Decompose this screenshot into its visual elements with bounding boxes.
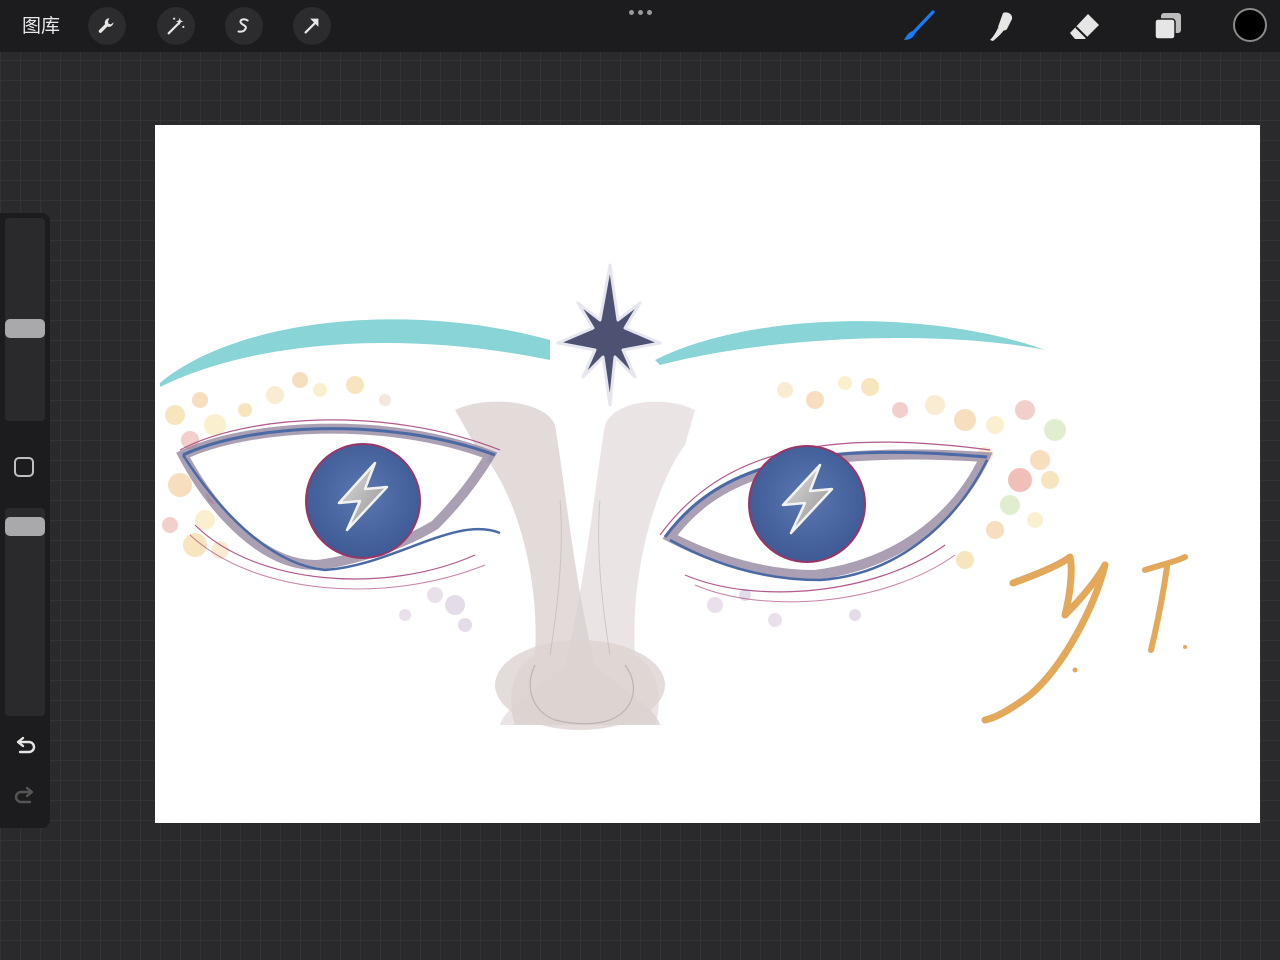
opacity-slider-thumb[interactable]	[5, 517, 45, 537]
top-toolbar: 图库	[0, 0, 1280, 52]
forehead-star	[556, 263, 662, 407]
color-picker-button[interactable]	[1233, 8, 1267, 42]
adjustments-button[interactable]	[157, 7, 195, 45]
layers-tool[interactable]	[1151, 10, 1185, 42]
transform-button[interactable]	[293, 7, 331, 45]
more-options-icon[interactable]	[626, 6, 654, 18]
brush-size-slider-thumb[interactable]	[5, 319, 45, 339]
smudge-icon	[990, 12, 1013, 41]
selection-button[interactable]	[225, 7, 263, 45]
wrench-icon	[98, 18, 114, 33]
sidebar	[0, 213, 50, 828]
magic-wand-icon	[167, 17, 185, 35]
eraser-tool[interactable]	[1068, 10, 1102, 42]
brush-tool[interactable]	[902, 10, 936, 42]
transform-arrow-icon	[304, 18, 319, 34]
modify-button[interactable]	[14, 457, 34, 477]
left-eye	[176, 419, 501, 590]
undo-icon[interactable]	[11, 733, 39, 761]
artwork	[160, 263, 1188, 730]
brush-icon	[904, 10, 935, 40]
actions-button[interactable]	[88, 7, 126, 45]
selection-icon	[237, 18, 249, 33]
eraser-icon	[1070, 14, 1099, 39]
drawing-canvas[interactable]	[155, 125, 1260, 823]
opacity-slider[interactable]	[5, 508, 45, 716]
layers-icon	[1154, 13, 1181, 40]
signature	[981, 553, 1188, 724]
smudge-tool[interactable]	[985, 10, 1019, 42]
right-eye	[659, 441, 993, 603]
redo-icon[interactable]	[11, 783, 39, 811]
gallery-button[interactable]: 图库	[22, 13, 60, 39]
